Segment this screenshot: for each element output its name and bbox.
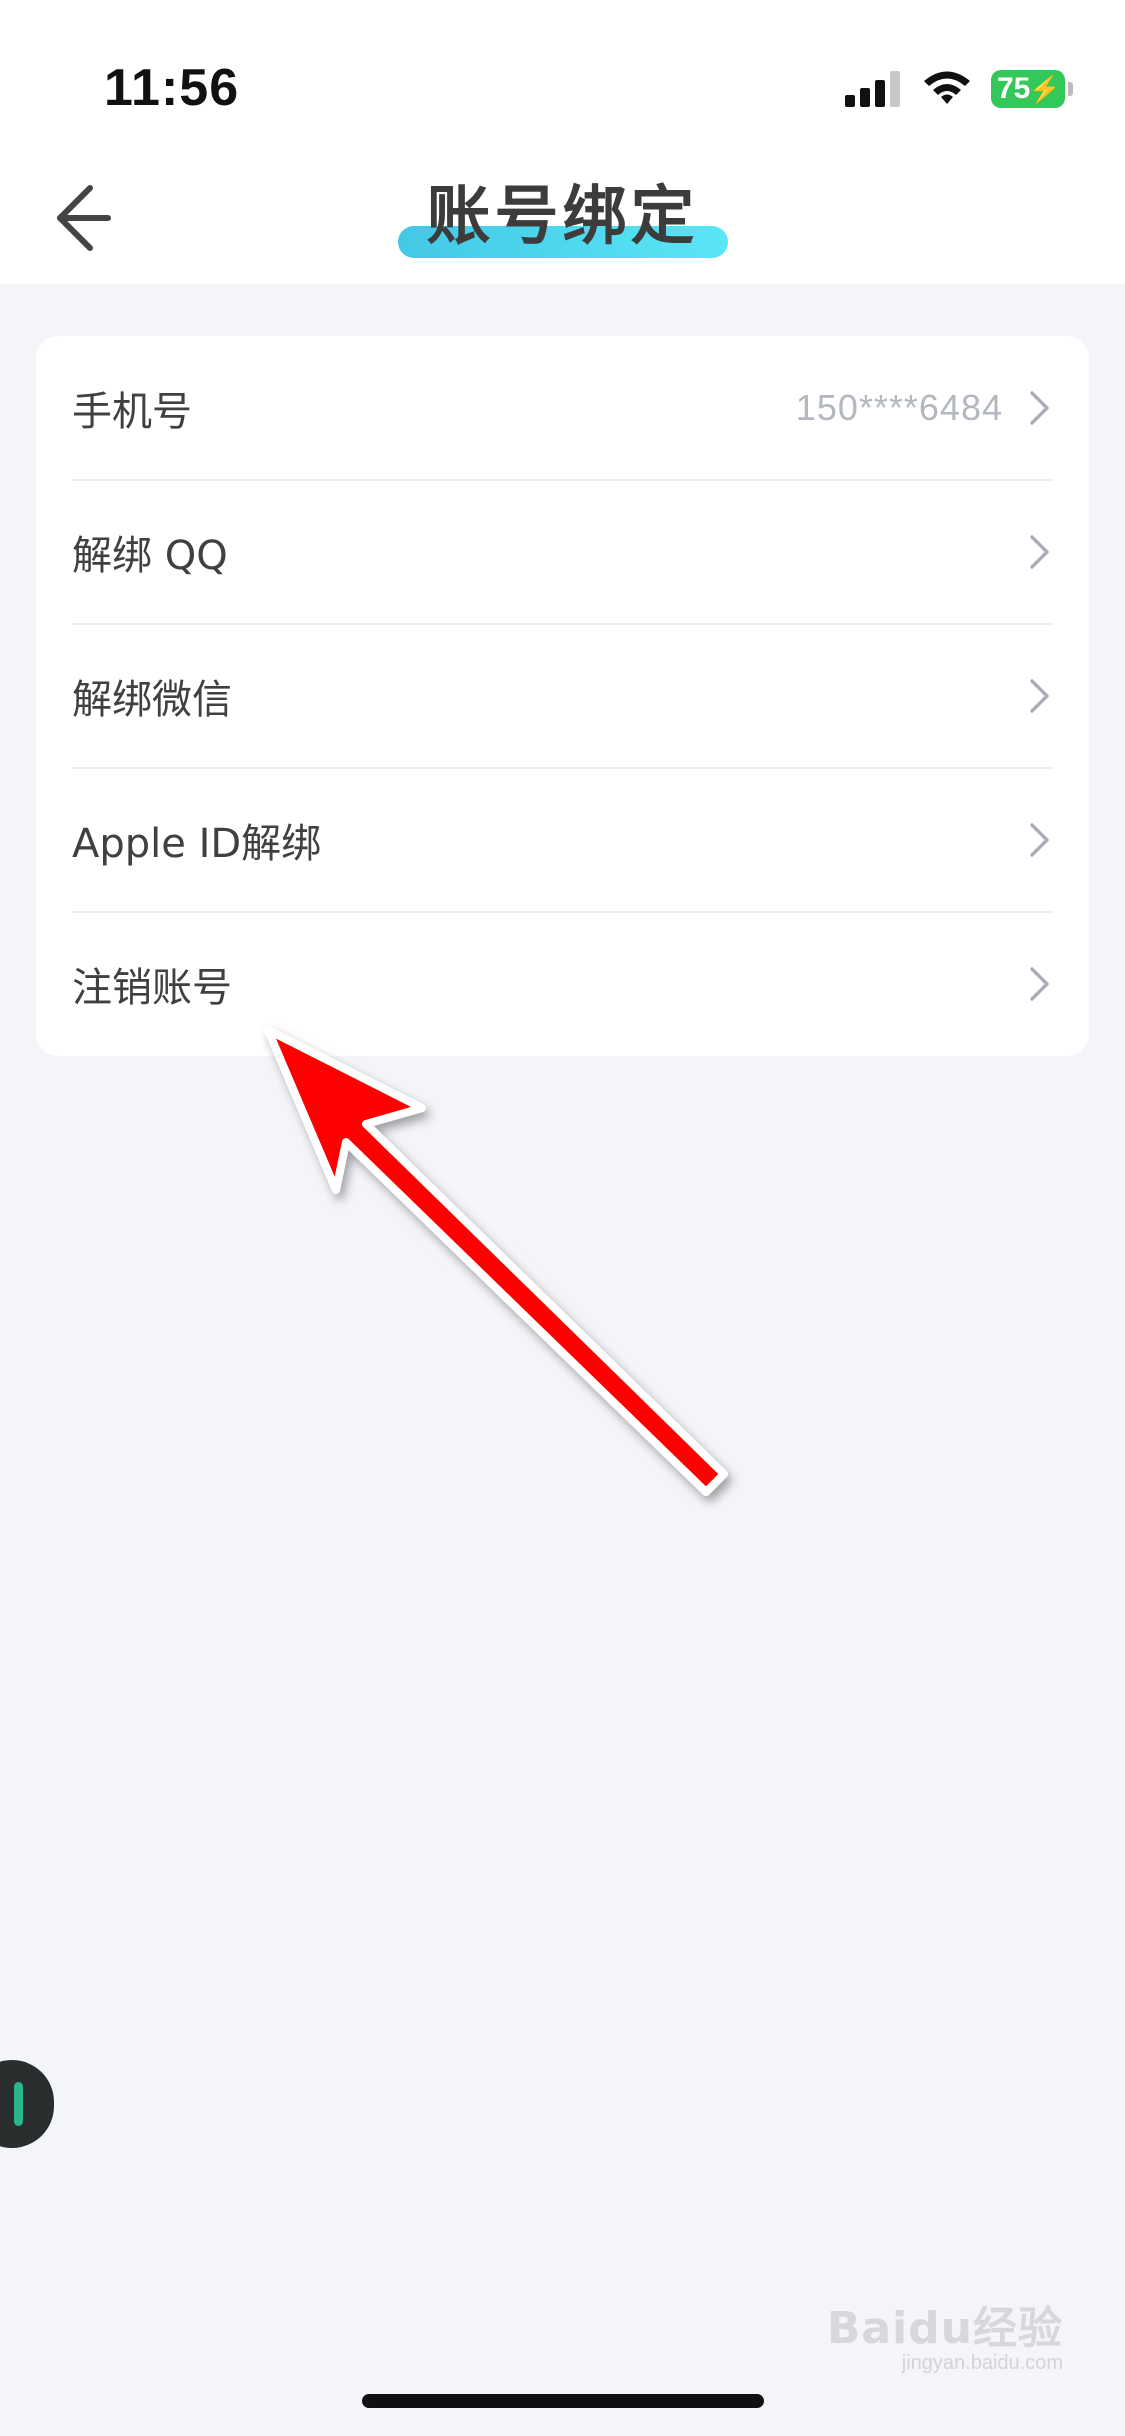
row-label: 手机号 xyxy=(72,389,192,435)
list-item-phone[interactable]: 手机号 150****6484 xyxy=(72,336,1089,480)
screen: 11:56 75 ⚡ 账号绑定 手机号 150****6484 解绑 QQ 解绑… xyxy=(0,0,1125,2436)
chevron-right-icon xyxy=(1030,823,1049,857)
row-label: Apple ID解绑 xyxy=(72,821,322,867)
chevron-right-icon xyxy=(1030,391,1049,425)
chevron-right-icon xyxy=(1030,679,1049,713)
battery-cap xyxy=(1068,82,1073,96)
row-label: 注销账号 xyxy=(72,965,232,1011)
watermark-url: jingyan.baidu.com xyxy=(901,2352,1063,2374)
list-item-delete-account[interactable]: 注销账号 xyxy=(72,912,1089,1056)
page-title: 账号绑定 xyxy=(426,180,699,254)
chevron-right-icon xyxy=(1030,535,1049,569)
status-time: 11:56 xyxy=(104,59,240,117)
watermark-logo: Baidu经验 xyxy=(826,2303,1063,2354)
floating-assistant-button[interactable] xyxy=(0,2060,54,2148)
status-icons: 75 ⚡ xyxy=(845,66,1073,112)
chevron-right-icon xyxy=(1030,967,1049,1001)
account-binding-list: 手机号 150****6484 解绑 QQ 解绑微信 Apple ID解绑 注销… xyxy=(36,336,1089,1056)
row-label: 解绑 QQ xyxy=(72,533,228,579)
bolt-icon: ⚡ xyxy=(1028,74,1061,104)
floating-indicator xyxy=(14,2082,23,2126)
signal-bars-icon xyxy=(845,71,900,107)
battery-charging-icon: 75 ⚡ xyxy=(991,70,1073,108)
list-item-unbind-qq[interactable]: 解绑 QQ xyxy=(72,480,1089,624)
status-bar: 11:56 75 ⚡ xyxy=(0,0,1125,150)
row-label: 解绑微信 xyxy=(72,677,232,723)
nav-bar: 账号绑定 xyxy=(0,150,1125,284)
battery-level: 75 xyxy=(997,72,1031,105)
wifi-icon xyxy=(924,71,970,104)
home-indicator[interactable] xyxy=(362,2394,764,2408)
phone-number-value: 150****6484 xyxy=(795,387,1003,428)
list-item-unbind-wechat[interactable]: 解绑微信 xyxy=(72,624,1089,768)
title-wrap: 账号绑定 xyxy=(0,172,1125,262)
list-item-unbind-apple-id[interactable]: Apple ID解绑 xyxy=(72,768,1089,912)
